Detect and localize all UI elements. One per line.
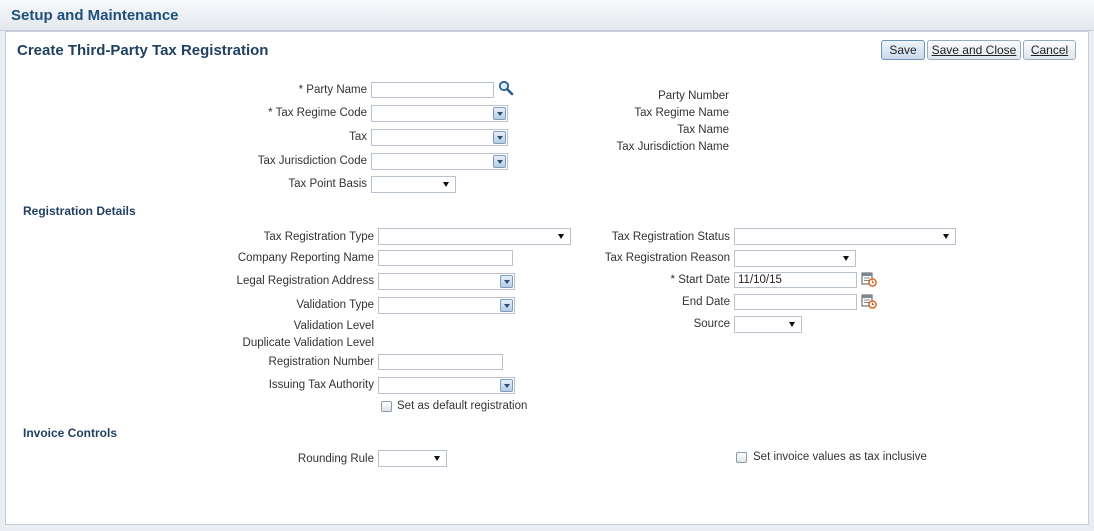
default-registration-checkbox[interactable]: [381, 401, 392, 412]
chevron-down-icon[interactable]: [500, 299, 513, 312]
start-date-input[interactable]: [734, 272, 857, 288]
chevron-down-icon: [558, 234, 564, 239]
chevron-down-icon: [843, 256, 849, 261]
chevron-down-icon: [943, 234, 949, 239]
tax-name-label: Tax Name: [677, 124, 729, 136]
chevron-down-icon[interactable]: [500, 275, 513, 288]
tax-regime-code-combo[interactable]: [371, 105, 508, 122]
chevron-down-icon: [434, 456, 440, 461]
chevron-down-icon[interactable]: [493, 107, 506, 120]
tax-jurisdiction-code-combo[interactable]: [371, 153, 508, 170]
end-date-input[interactable]: [734, 294, 857, 310]
start-date-label: * Start Date: [670, 274, 730, 286]
calendar-icon[interactable]: [861, 271, 877, 290]
tax-regime-code-label: * Tax Regime Code: [268, 107, 367, 119]
tax-regime-name-label: Tax Regime Name: [634, 107, 729, 119]
validation-level-label: Validation Level: [293, 320, 374, 332]
validation-type-combo[interactable]: [378, 297, 515, 314]
default-registration-label: Set as default registration: [397, 400, 528, 412]
chevron-down-icon: [789, 322, 795, 327]
registration-details-heading: Registration Details: [23, 204, 136, 218]
party-name-label: * Party Name: [298, 84, 367, 96]
party-name-input[interactable]: [371, 82, 494, 98]
source-select[interactable]: [734, 316, 802, 333]
tax-label: Tax: [349, 131, 367, 143]
tax-registration-reason-select[interactable]: [734, 250, 856, 267]
save-and-close-button[interactable]: Save and Close: [927, 40, 1021, 60]
tax-registration-type-select[interactable]: [378, 228, 571, 245]
chevron-down-icon[interactable]: [493, 131, 506, 144]
tax-point-basis-select[interactable]: [371, 176, 456, 193]
tax-registration-reason-label: Tax Registration Reason: [604, 252, 730, 264]
invoice-controls-heading: Invoice Controls: [23, 426, 118, 440]
app-header: Setup and Maintenance: [0, 0, 1094, 31]
chevron-down-icon: [443, 182, 449, 187]
tax-inclusive-checkbox[interactable]: [736, 452, 747, 463]
company-reporting-name-input[interactable]: [378, 250, 513, 266]
tax-jurisdiction-code-label: Tax Jurisdiction Code: [257, 155, 367, 167]
company-reporting-name-label: Company Reporting Name: [237, 252, 374, 264]
tax-combo[interactable]: [371, 129, 508, 146]
tax-jurisdiction-name-label: Tax Jurisdiction Name: [616, 141, 729, 153]
tax-registration-status-label: Tax Registration Status: [611, 231, 730, 243]
legal-registration-address-label: Legal Registration Address: [236, 275, 374, 287]
tax-registration-status-select[interactable]: [734, 228, 956, 245]
rounding-rule-label: Rounding Rule: [297, 453, 374, 465]
party-number-label: Party Number: [658, 90, 729, 102]
cancel-button[interactable]: Cancel: [1023, 40, 1076, 60]
issuing-tax-authority-label: Issuing Tax Authority: [268, 379, 374, 391]
rounding-rule-select[interactable]: [378, 450, 447, 467]
registration-number-label: Registration Number: [268, 356, 374, 368]
duplicate-validation-level-label: Duplicate Validation Level: [242, 337, 374, 349]
chevron-down-icon[interactable]: [493, 155, 506, 168]
registration-number-input[interactable]: [378, 354, 503, 370]
save-button[interactable]: Save: [881, 40, 925, 60]
search-icon[interactable]: [498, 80, 514, 99]
tax-inclusive-label: Set invoice values as tax inclusive: [753, 451, 927, 463]
end-date-label: End Date: [682, 296, 730, 308]
main-panel: Create Third-Party Tax Registration Save…: [5, 31, 1089, 525]
chevron-down-icon[interactable]: [500, 379, 513, 392]
page-title: Create Third-Party Tax Registration: [17, 42, 269, 59]
tax-point-basis-label: Tax Point Basis: [288, 178, 367, 190]
source-label: Source: [693, 318, 730, 330]
calendar-icon[interactable]: [861, 293, 877, 312]
app-title: Setup and Maintenance: [11, 7, 179, 24]
issuing-tax-authority-combo[interactable]: [378, 377, 515, 394]
validation-type-label: Validation Type: [296, 299, 374, 311]
tax-registration-type-label: Tax Registration Type: [263, 231, 374, 243]
legal-registration-address-combo[interactable]: [378, 273, 515, 290]
